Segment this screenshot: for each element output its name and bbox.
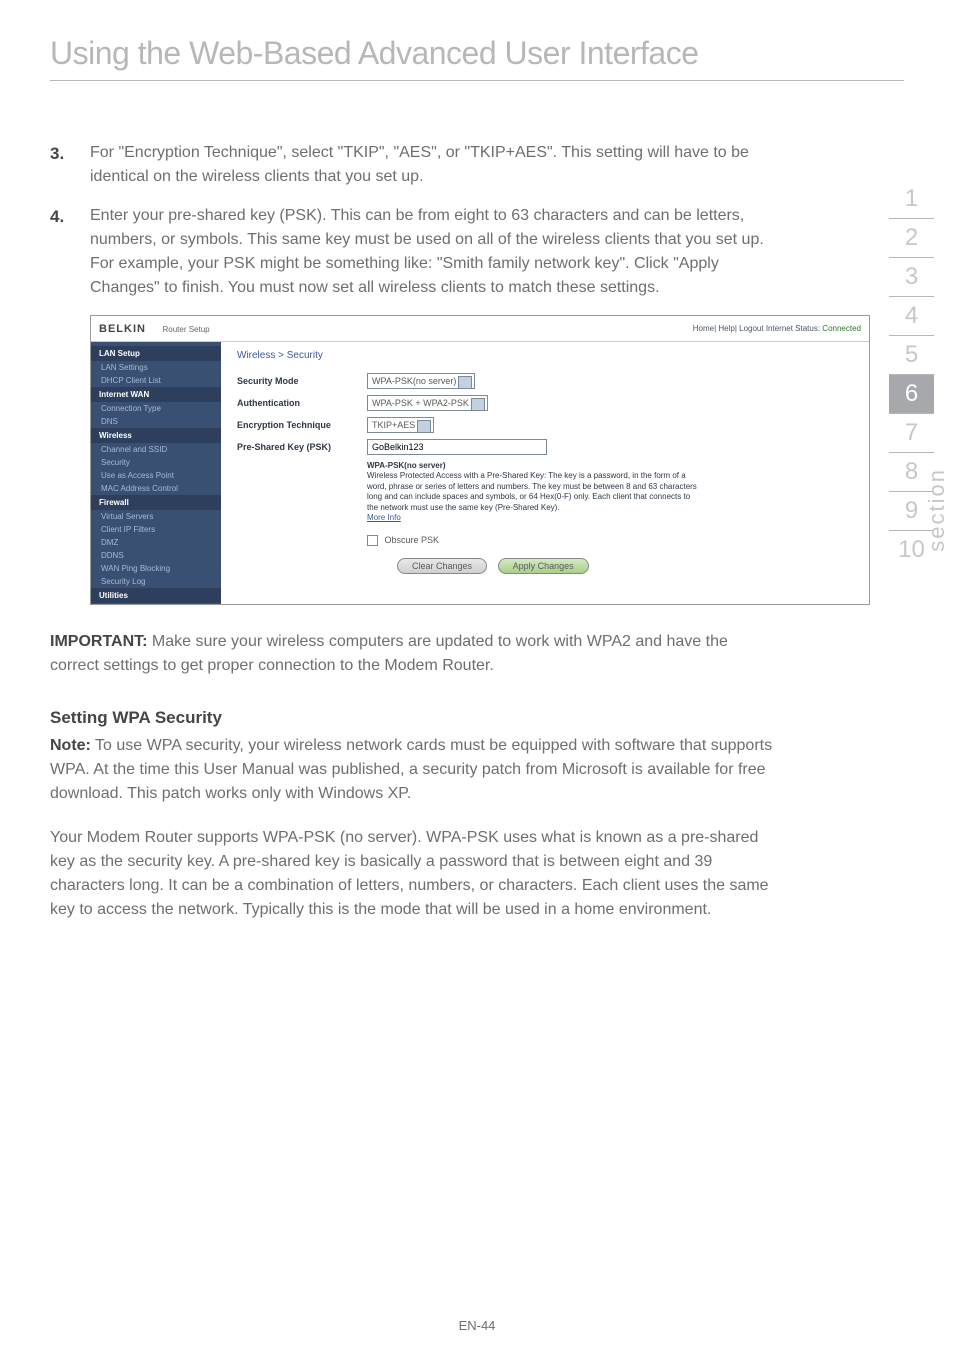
wpa-desc-title: WPA-PSK(no server) (367, 461, 446, 470)
nav-6-active[interactable]: 6 (889, 375, 934, 414)
nav-3[interactable]: 3 (889, 258, 934, 297)
sidebar-item[interactable]: MAC Address Control (91, 482, 221, 495)
router-ui-screenshot: BELKIN Router Setup Home| Help| Logout I… (90, 315, 870, 605)
breadcrumb: Wireless > Security (237, 350, 853, 361)
nav-2[interactable]: 2 (889, 219, 934, 258)
sidebar-item[interactable]: Virtual Servers (91, 510, 221, 523)
sidebar-nav: LAN Setup LAN Settings DHCP Client List … (91, 342, 221, 604)
sidebar-item[interactable]: Security Log (91, 575, 221, 588)
sidebar-item[interactable]: Client IP Filters (91, 523, 221, 536)
internet-status: Connected (822, 324, 861, 333)
psk-input[interactable] (367, 439, 547, 455)
sidebar-item[interactable]: Security (91, 456, 221, 469)
sidebar-item[interactable]: DDNS (91, 549, 221, 562)
sidebar-item[interactable]: DNS (91, 415, 221, 428)
security-mode-label: Security Mode (237, 376, 367, 386)
nav-7[interactable]: 7 (889, 414, 934, 453)
header-links[interactable]: Home| Help| Logout Internet Status: (693, 324, 823, 333)
wpa-psk-paragraph: Your Modem Router supports WPA-PSK (no s… (50, 826, 780, 922)
sidebar-cat-firewall: Firewall (91, 495, 221, 510)
nav-5[interactable]: 5 (889, 336, 934, 375)
screenshot-header: BELKIN Router Setup Home| Help| Logout I… (91, 316, 869, 342)
important-paragraph: IMPORTANT: Make sure your wireless compu… (50, 630, 780, 678)
psk-label: Pre-Shared Key (PSK) (237, 442, 367, 452)
encryption-technique-select[interactable]: TKIP+AES (367, 417, 434, 433)
page-title: Using the Web-Based Advanced User Interf… (50, 35, 904, 81)
more-info-link[interactable]: More Info (367, 513, 401, 522)
page-number: EN-44 (0, 1318, 954, 1333)
sidebar-cat-utilities: Utilities (91, 588, 221, 603)
step-text: Enter your pre-shared key (PSK). This ca… (90, 204, 780, 300)
security-mode-select[interactable]: WPA-PSK(no server) (367, 373, 475, 389)
important-text: Make sure your wireless computers are up… (50, 633, 728, 674)
section-label: section (924, 468, 950, 552)
sidebar-item[interactable]: DMZ (91, 536, 221, 549)
step-number: 3. (50, 141, 90, 189)
note-label: Note: (50, 737, 91, 754)
router-setup-label: Router Setup (162, 325, 209, 334)
step-3: 3. For "Encryption Technique", select "T… (50, 141, 780, 189)
step-text: For "Encryption Technique", select "TKIP… (90, 141, 780, 189)
sidebar-item[interactable]: Connection Type (91, 402, 221, 415)
top-right-links: Home| Help| Logout Internet Status: Conn… (693, 324, 861, 333)
sidebar-item[interactable]: WAN Ping Blocking (91, 562, 221, 575)
sidebar-item[interactable]: DHCP Client List (91, 374, 221, 387)
obscure-psk-row: Obscure PSK (367, 535, 853, 546)
wpa-desc-body: Wireless Protected Access with a Pre-Sha… (367, 471, 697, 511)
sidebar-item[interactable]: Restart Router (91, 603, 221, 604)
wpa-description: WPA-PSK(no server) Wireless Protected Ac… (367, 461, 697, 523)
note-text: To use WPA security, your wireless netwo… (50, 737, 772, 802)
sidebar-cat-wireless: Wireless (91, 428, 221, 443)
nav-4[interactable]: 4 (889, 297, 934, 336)
note-paragraph: Note: To use WPA security, your wireless… (50, 734, 780, 806)
belkin-logo: BELKIN (99, 323, 146, 335)
sidebar-item[interactable]: LAN Settings (91, 361, 221, 374)
important-label: IMPORTANT: (50, 633, 147, 650)
apply-changes-button[interactable]: Apply Changes (498, 558, 589, 574)
setting-wpa-heading: Setting WPA Security (50, 708, 780, 728)
nav-1[interactable]: 1 (889, 180, 934, 219)
step-number: 4. (50, 204, 90, 300)
sidebar-cat-wan: Internet WAN (91, 387, 221, 402)
sidebar-cat-lan: LAN Setup (91, 346, 221, 361)
clear-changes-button[interactable]: Clear Changes (397, 558, 487, 574)
authentication-label: Authentication (237, 398, 367, 408)
encryption-technique-label: Encryption Technique (237, 420, 367, 430)
step-4: 4. Enter your pre-shared key (PSK). This… (50, 204, 780, 300)
sidebar-item[interactable]: Channel and SSID (91, 443, 221, 456)
obscure-psk-label: Obscure PSK (385, 535, 440, 545)
main-panel: Wireless > Security Security Mode WPA-PS… (221, 342, 869, 604)
authentication-select[interactable]: WPA-PSK + WPA2-PSK (367, 395, 488, 411)
sidebar-item[interactable]: Use as Access Point (91, 469, 221, 482)
obscure-psk-checkbox[interactable] (367, 535, 378, 546)
